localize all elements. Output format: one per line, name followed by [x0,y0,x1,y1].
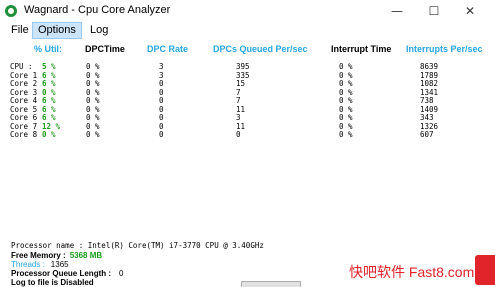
header-dpc-rate: DPC Rate [147,44,189,54]
threads-value: 1365 [50,260,69,269]
close-icon[interactable]: ✕ [456,0,484,22]
column-interrupts: 8639 1789 1082 1341 738 1409 343 1326 60… [420,62,438,140]
dpc-rate-value: 0 [159,130,164,139]
menu-options[interactable]: Options [32,22,82,39]
log-status: Log to file is Disabled [11,278,94,287]
title-bar: Wagnard - Cpu Core Analyzer — ☐ ✕ [0,0,495,22]
window-title: Wagnard - Cpu Core Analyzer [24,4,171,16]
free-memory-label: Free Memory : [11,251,66,260]
free-memory-value: 5368 MB [69,251,103,260]
minimize-icon[interactable]: — [383,0,411,22]
pql-value: 0 [119,269,124,278]
processor-name: Processor name : Intel(R) Core(TM) i7-37… [11,241,264,250]
header-interrupt-time: Interrupt Time [331,44,392,54]
threads: Threads : 1365 [11,260,69,269]
header-dpc-time: DPCTime [85,44,125,54]
header-interrupts: Interrupts Per/sec [406,44,483,54]
util-value: 0 % [42,130,56,139]
dpcs-queued-value: 0 [236,130,241,139]
header-util: % Util: [34,44,62,54]
column-util: 5 % 6 % 6 % 0 % 6 % 6 % 6 % 12 % 0 % [42,62,60,140]
app-logo-icon [5,5,17,17]
row-name: Core 8 [10,130,38,139]
watermark: 快吧软件 Fast8.com [339,255,495,285]
menu-file[interactable]: File [6,22,34,39]
bottom-button[interactable] [241,281,301,287]
column-dpc-rate: 3 3 0 0 0 0 0 0 0 [159,62,164,140]
menu-bar: File Options Log [0,22,495,39]
menu-log[interactable]: Log [85,22,113,39]
column-interrupt-time: 0 % 0 % 0 % 0 % 0 % 0 % 0 % 0 % 0 % [339,62,353,140]
threads-label: Threads : [11,260,45,269]
watermark-text: 快吧软件 Fast8.com [349,264,475,280]
column-core-names: CPU : Core 1 Core 2 Core 3 Core 4 Core 5… [10,62,38,140]
dpc-time-value: 0 % [86,130,100,139]
header-dpcs-queued: DPCs Queued Per/sec [213,44,308,54]
column-dpcs-queued: 395 335 15 7 7 11 3 11 0 [236,62,250,140]
pql-label: Processor Queue Length : [11,269,112,278]
column-dpc-time: 0 % 0 % 0 % 0 % 0 % 0 % 0 % 0 % 0 % [86,62,100,140]
maximize-icon[interactable]: ☐ [420,0,448,22]
processor-queue-length: Processor Queue Length : 0 [11,269,123,278]
interrupt-time-value: 0 % [339,130,353,139]
interrupts-value: 607 [420,130,434,139]
free-memory: Free Memory :5368 MB [11,251,102,260]
watermark-logo-icon [475,255,495,285]
